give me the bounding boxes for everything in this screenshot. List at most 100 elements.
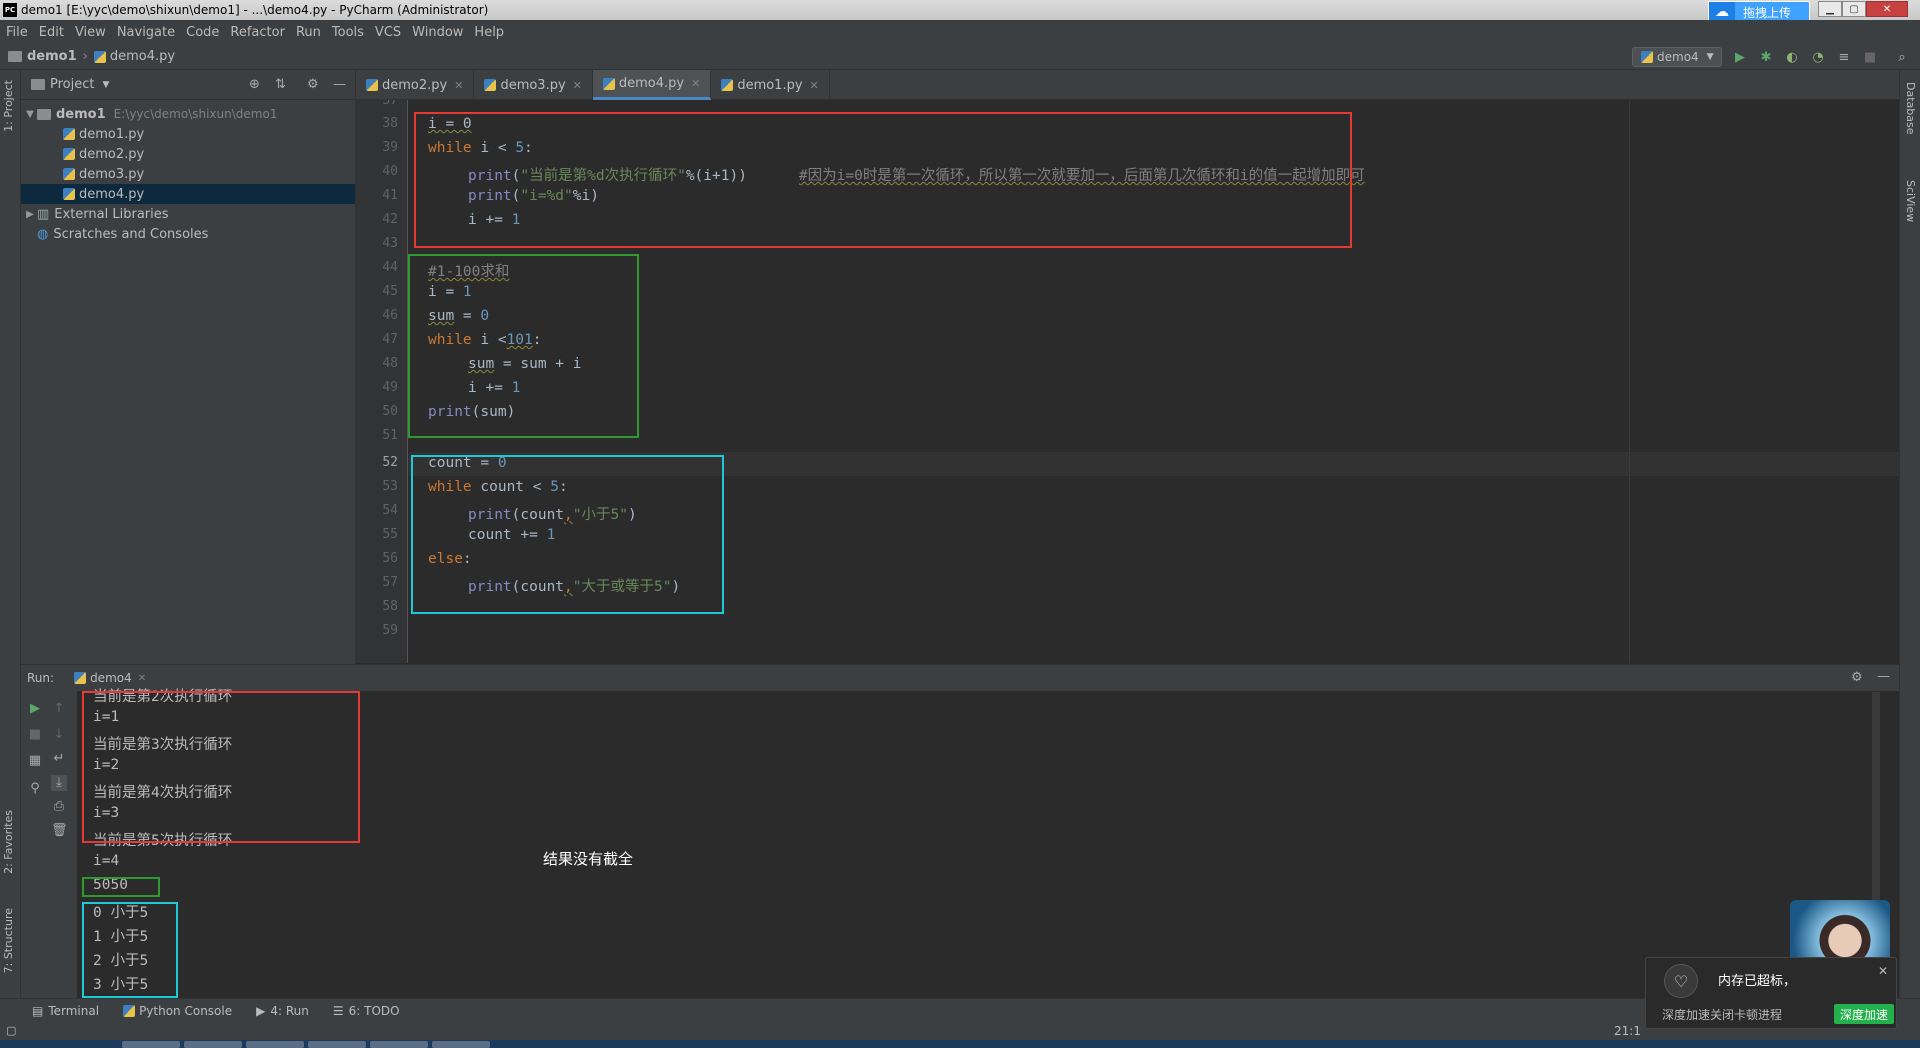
- menu-view[interactable]: View: [75, 25, 106, 40]
- up-arrow-icon[interactable]: ↑: [51, 701, 67, 717]
- scroll-to-end-icon[interactable]: ⤓: [51, 775, 67, 791]
- taskbar-app[interactable]: [432, 1041, 490, 1048]
- run-tab-demo4[interactable]: demo4 ✕: [74, 671, 146, 685]
- tree-root-path: E:\yyc\demo\shixun\demo1: [113, 107, 278, 121]
- menu-tools[interactable]: Tools: [332, 25, 364, 40]
- run-config-select[interactable]: demo4 ▼: [1632, 47, 1722, 67]
- gear-icon[interactable]: ⚙: [307, 77, 319, 92]
- project-panel-title[interactable]: Project: [50, 77, 94, 92]
- close-window-button[interactable]: ✕: [1866, 1, 1908, 17]
- tree-scratches[interactable]: ◍ Scratches and Consoles: [21, 224, 355, 244]
- tab-demo1[interactable]: demo1.py ✕: [711, 70, 830, 100]
- status-toggle-icon[interactable]: ▢: [6, 1024, 16, 1037]
- structure-tool-tab[interactable]: 7: Structure: [2, 908, 15, 973]
- tree-root[interactable]: ▼ demo1 E:\yyc\demo\shixun\demo1: [21, 104, 355, 124]
- tree-file[interactable]: demo2.py: [21, 144, 355, 164]
- close-icon[interactable]: ✕: [1878, 964, 1888, 978]
- tab-demo4[interactable]: demo4.py ✕: [592, 70, 712, 100]
- sciview-tool-tab[interactable]: SciView: [1904, 180, 1917, 222]
- python-file-icon: [63, 168, 75, 180]
- line-number: 53: [382, 479, 398, 494]
- debug-icon[interactable]: ✱: [1758, 49, 1774, 65]
- cyan-annotation-box: [82, 902, 178, 998]
- locate-icon[interactable]: ⊕: [249, 77, 260, 92]
- close-icon[interactable]: ✕: [573, 79, 582, 92]
- chevron-right-icon[interactable]: ▶: [23, 209, 37, 220]
- favorites-tool-tab[interactable]: 2: Favorites: [2, 810, 15, 874]
- close-icon[interactable]: ✕: [138, 673, 146, 684]
- taskbar-app[interactable]: [122, 1041, 180, 1048]
- accelerate-button[interactable]: 深度加速: [1834, 1004, 1894, 1024]
- output-line: i=4: [93, 853, 120, 869]
- python-console-tab[interactable]: Python Console: [123, 1004, 232, 1018]
- project-tool-tab[interactable]: 1: Project: [2, 80, 15, 132]
- profile-icon[interactable]: ◔: [1810, 49, 1826, 65]
- database-tool-tab[interactable]: Database: [1904, 82, 1917, 135]
- close-icon[interactable]: ✕: [810, 79, 819, 92]
- todo-tab[interactable]: ☰ 6: TODO: [333, 1004, 400, 1018]
- bottom-tool-tabs: ▤ Terminal Python Console ▶ 4: Run ☰ 6: …: [0, 998, 1920, 1022]
- taskbar-app[interactable]: [370, 1041, 428, 1048]
- breadcrumb-project[interactable]: demo1: [27, 49, 77, 64]
- hide-icon[interactable]: —: [1877, 669, 1890, 684]
- taskbar-app[interactable]: [246, 1041, 304, 1048]
- down-arrow-icon[interactable]: ↓: [51, 727, 67, 743]
- concurrency-icon[interactable]: ≡: [1836, 49, 1852, 65]
- tree-file[interactable]: demo1.py: [21, 124, 355, 144]
- popup-description: 深度加速关闭卡顿进程: [1662, 1008, 1783, 1022]
- python-file-icon: [366, 79, 378, 91]
- line-number: 47: [382, 332, 398, 347]
- cursor-position[interactable]: 21:1: [1614, 1024, 1641, 1038]
- tree-file-label: demo3.py: [79, 166, 145, 182]
- menu-run[interactable]: Run: [296, 25, 321, 40]
- line-number: 46: [382, 308, 398, 323]
- maximize-button[interactable]: ▢: [1842, 1, 1866, 17]
- line-number: 38: [382, 116, 398, 131]
- menu-vcs[interactable]: VCS: [375, 25, 401, 40]
- search-icon[interactable]: ⌕: [1894, 49, 1910, 65]
- python-file-icon: [1641, 51, 1653, 63]
- chevron-down-icon[interactable]: ▼: [23, 109, 37, 120]
- tree-file-selected[interactable]: demo4.py: [21, 184, 355, 204]
- chevron-down-icon[interactable]: ▼: [102, 80, 109, 90]
- line-number: 59: [382, 623, 398, 638]
- stop-icon[interactable]: ■: [1862, 49, 1878, 65]
- terminal-tab[interactable]: ▤ Terminal: [32, 1004, 99, 1018]
- menu-help[interactable]: Help: [474, 25, 504, 40]
- soft-wrap-icon[interactable]: ↵: [51, 751, 67, 767]
- python-file-icon: [63, 148, 75, 160]
- close-icon[interactable]: ✕: [691, 77, 700, 90]
- run-tool-tab[interactable]: ▶ 4: Run: [256, 1004, 309, 1018]
- menu-refactor[interactable]: Refactor: [230, 25, 285, 40]
- close-icon[interactable]: ✕: [454, 79, 463, 92]
- tree-external-libraries[interactable]: ▶ ▥ External Libraries: [21, 204, 355, 224]
- line-number: 56: [382, 551, 398, 566]
- menu-navigate[interactable]: Navigate: [117, 25, 175, 40]
- code-editor[interactable]: 37 38 39 40 41 42 43 44 45 46 47 48 49 5…: [356, 100, 1899, 663]
- coverage-icon[interactable]: ◐: [1784, 49, 1800, 65]
- tab-demo2[interactable]: demo2.py ✕: [356, 70, 475, 100]
- tab-demo3[interactable]: demo3.py ✕: [474, 70, 593, 100]
- collapse-icon[interactable]: ⇅: [275, 77, 286, 92]
- run-icon[interactable]: ▶: [1732, 49, 1748, 65]
- menu-window[interactable]: Window: [412, 25, 463, 40]
- menu-edit[interactable]: Edit: [39, 25, 64, 40]
- pin-icon[interactable]: ⚲: [27, 781, 43, 797]
- tree-file[interactable]: demo3.py: [21, 164, 355, 184]
- taskbar-app[interactable]: [184, 1041, 242, 1048]
- stop-icon[interactable]: ■: [27, 727, 43, 743]
- print-icon[interactable]: ⎙: [51, 799, 67, 815]
- minimize-button[interactable]: ▁: [1818, 1, 1842, 17]
- hide-icon[interactable]: —: [333, 77, 346, 92]
- breadcrumb-file[interactable]: demo4.py: [110, 49, 175, 64]
- tree-file-label: demo2.py: [79, 146, 145, 162]
- menu-file[interactable]: File: [6, 25, 28, 40]
- gear-icon[interactable]: ⚙: [1851, 670, 1863, 685]
- project-view-icon: [31, 79, 45, 90]
- rerun-icon[interactable]: ▶: [27, 701, 43, 717]
- layout-icon[interactable]: ▦: [27, 753, 43, 769]
- taskbar-app[interactable]: [308, 1041, 366, 1048]
- tree-scratches-label: Scratches and Consoles: [53, 226, 209, 242]
- menu-code[interactable]: Code: [186, 25, 219, 40]
- trash-icon[interactable]: 🗑: [51, 823, 68, 839]
